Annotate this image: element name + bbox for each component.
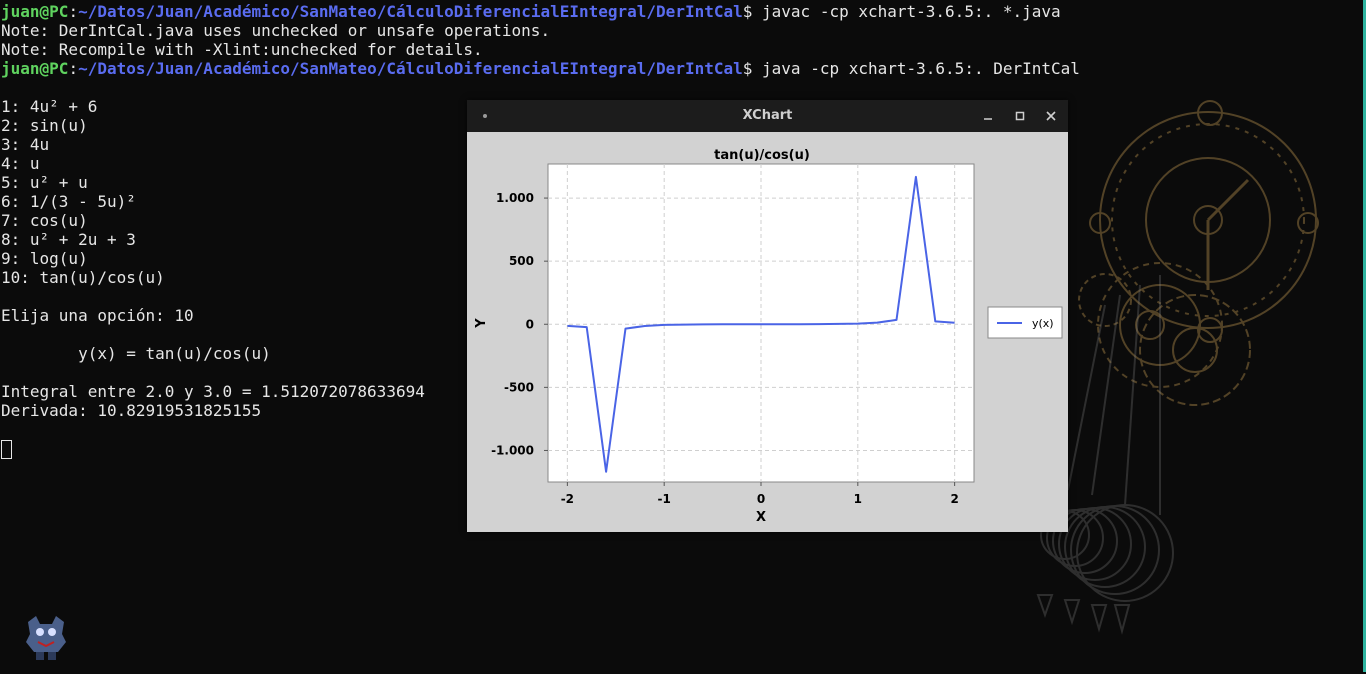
command-text: java -cp xchart-3.6.5:. DerIntCal [752, 59, 1080, 78]
prompt-path: ~/Datos/Juan/Académico/SanMateo/CálculoD… [78, 2, 743, 21]
mascot-icon [26, 616, 66, 660]
chart-title: tan(u)/cos(u) [714, 148, 810, 163]
y-tick-label: 500 [509, 254, 534, 268]
y-tick-label: -1.000 [491, 443, 534, 457]
window-titlebar[interactable]: XChart [467, 100, 1068, 132]
chart-legend: y(x) [987, 306, 1063, 339]
x-tick-label: 1 [854, 492, 862, 506]
prompt-separator: : [68, 2, 79, 21]
y-axis-label: Y [474, 318, 489, 329]
x-tick-label: 0 [757, 492, 765, 506]
x-tick-label: -2 [561, 492, 574, 506]
chart: tan(u)/cos(u) -2 -1 0 1 2 1.000 500 0 -500 -1.00… [467, 132, 1068, 532]
prompt-end: $ [742, 2, 753, 21]
maximize-button[interactable] [1011, 107, 1029, 125]
text-cursor[interactable] [1, 440, 12, 459]
prompt-user: juan@PC [1, 59, 69, 78]
xchart-window[interactable]: XChart tan(u)/cos(u) -2 -1 0 1 2 1.000 500 0 -5… [467, 100, 1068, 532]
y-tick-label: -500 [504, 380, 534, 394]
y-tick-label: 0 [526, 317, 534, 331]
window-title: XChart [742, 108, 793, 123]
x-tick-label: -1 [658, 492, 671, 506]
minimize-button[interactable] [979, 107, 997, 125]
y-tick-label: 1.000 [496, 191, 534, 205]
prompt-path: ~/Datos/Juan/Académico/SanMateo/CálculoD… [78, 59, 743, 78]
prompt-separator: : [68, 59, 79, 78]
legend-label: y(x) [1032, 317, 1054, 330]
command-line-2: juan@PC:~/Datos/Juan/Académico/SanMateo/… [0, 59, 1366, 78]
output-line: Note: Recompile with -Xlint:unchecked fo… [1, 40, 483, 59]
command-text: javac -cp xchart-3.6.5:. *.java [752, 2, 1061, 21]
prompt-end: $ [742, 59, 753, 78]
prompt-user: juan@PC [1, 2, 69, 21]
close-button[interactable] [1042, 107, 1060, 125]
output-line: Note: DerIntCal.java uses unchecked or u… [1, 21, 551, 40]
x-axis-label: X [756, 510, 766, 525]
x-tick-label: 2 [950, 492, 958, 506]
command-line-1: juan@PC:~/Datos/Juan/Académico/SanMateo/… [0, 2, 1366, 21]
